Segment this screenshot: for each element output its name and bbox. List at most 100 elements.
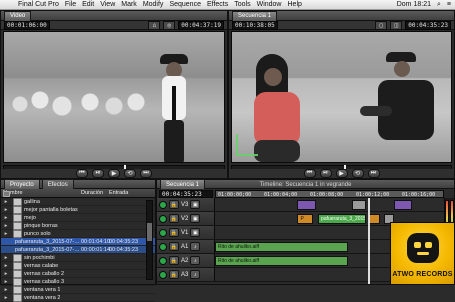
- video-clip[interactable]: [352, 200, 366, 210]
- video-clip[interactable]: [394, 200, 412, 210]
- track-header[interactable]: 🔒A2♪: [157, 254, 215, 267]
- track-enable-icon[interactable]: [159, 243, 167, 251]
- go-to-start-icon[interactable]: ⏮: [304, 169, 316, 178]
- go-to-start-icon[interactable]: ⏮: [76, 169, 88, 178]
- menu-sequence[interactable]: Sequence: [169, 1, 201, 8]
- video-clip[interactable]: [368, 214, 379, 224]
- video-track-icon[interactable]: ▣: [190, 214, 200, 223]
- canvas-tab-sequence[interactable]: Secuencia 1: [232, 11, 277, 21]
- track-header[interactable]: 🔒A3♪: [157, 268, 215, 281]
- timeline-ruler[interactable]: 01:00:00;00 01:00:04;00 01:00:08;00 01:0…: [215, 190, 444, 198]
- disclosure-triangle-icon[interactable]: ▸: [3, 295, 9, 301]
- canvas-frame[interactable]: [231, 31, 452, 163]
- disclosure-triangle-icon[interactable]: ▸: [3, 287, 9, 293]
- list-icon[interactable]: ≡: [447, 1, 451, 8]
- browser-row[interactable]: ▸ventana vera 2: [1, 294, 155, 302]
- disclosure-triangle-icon[interactable]: ▸: [3, 231, 9, 237]
- column-in[interactable]: Entrada: [109, 190, 131, 196]
- browser-row[interactable]: ▸punco solo: [1, 230, 155, 238]
- track-header[interactable]: 🔒V3▣: [157, 198, 215, 211]
- browser-scroll-thumb[interactable]: [147, 223, 152, 241]
- timeline-window: Secuencia 1 Timeline: Secuencia 1 in veg…: [156, 179, 455, 285]
- disclosure-triangle-icon[interactable]: ▸: [3, 255, 9, 261]
- audio-track-icon[interactable]: ♪: [190, 242, 200, 251]
- canvas-timecode-left[interactable]: 00:10:38:05: [232, 21, 278, 30]
- menu-app[interactable]: Final Cut Pro: [18, 1, 59, 8]
- menu-effects[interactable]: Effects: [207, 1, 228, 8]
- viewer-timecode-left[interactable]: 00:01:06:00: [4, 21, 50, 30]
- disclosure-triangle-icon[interactable]: ▸: [3, 207, 9, 213]
- play-icon[interactable]: ▶: [336, 169, 348, 178]
- column-duration[interactable]: Duración: [81, 190, 109, 196]
- timeline-timecode[interactable]: 00:04:35:23: [159, 190, 213, 198]
- track-header[interactable]: 🔒A1♪: [157, 240, 215, 253]
- lock-icon[interactable]: 🔒: [169, 214, 179, 223]
- audio-track-icon[interactable]: ♪: [190, 270, 200, 279]
- lock-icon[interactable]: 🔒: [169, 200, 179, 209]
- browser-scrollbar[interactable]: [146, 200, 153, 280]
- lock-icon[interactable]: 🔒: [169, 242, 179, 251]
- canvas-timecode-right[interactable]: 00:04:35:23: [405, 21, 451, 30]
- play-in-out-icon[interactable]: ⏯: [320, 169, 332, 178]
- go-to-end-icon[interactable]: ⏭: [140, 169, 152, 178]
- go-to-end-icon[interactable]: ⏭: [368, 169, 380, 178]
- play-icon[interactable]: ▶: [108, 169, 120, 178]
- menu-view[interactable]: View: [100, 1, 115, 8]
- robot-mouth: [417, 252, 429, 255]
- audio-track-icon[interactable]: ♪: [190, 256, 200, 265]
- track-enable-icon[interactable]: [159, 229, 167, 237]
- disclosure-triangle-icon[interactable]: ▸: [3, 199, 9, 205]
- column-name[interactable]: Nombre: [3, 190, 81, 196]
- track-enable-icon[interactable]: [159, 257, 167, 265]
- viewer-tab-video[interactable]: Video: [4, 11, 31, 21]
- viewer-marker-icon[interactable]: ⌂: [148, 21, 160, 30]
- video-clip[interactable]: P: [297, 214, 313, 224]
- track-header[interactable]: 🔒V1▣: [157, 226, 215, 239]
- menu-help[interactable]: Help: [288, 1, 302, 8]
- audio-clip[interactable]: Rito de ahuilko.aiff: [215, 256, 348, 266]
- browser-row-name: ▸vernas calabe: [3, 262, 81, 270]
- disclosure-triangle-icon[interactable]: ▸: [3, 263, 9, 269]
- viewer-timecode-right[interactable]: 00:04:37:19: [178, 21, 224, 30]
- audio-clip[interactable]: Rito de ahuilko.aiff: [215, 242, 348, 252]
- lock-icon[interactable]: 🔒: [169, 256, 179, 265]
- lock-icon[interactable]: 🔒: [169, 270, 179, 279]
- video-clip[interactable]: pafueraruta_3_2015-07-18_0...: [318, 214, 366, 224]
- timeline-playhead[interactable]: [368, 198, 370, 284]
- disclosure-triangle-icon[interactable]: ▸: [3, 215, 9, 221]
- track-enable-icon[interactable]: [159, 215, 167, 223]
- browser-row-label: vernas caballo 2: [24, 271, 64, 277]
- track-enable-icon[interactable]: [159, 201, 167, 209]
- menu-edit[interactable]: Edit: [82, 1, 94, 8]
- video-track-icon[interactable]: ▣: [190, 228, 200, 237]
- disclosure-triangle-icon[interactable]: ▸: [3, 279, 9, 285]
- menu-window[interactable]: Window: [257, 1, 282, 8]
- viewer-frame[interactable]: [3, 31, 225, 163]
- video-clip[interactable]: [297, 200, 315, 210]
- canvas-zoom-icon[interactable]: ▢: [375, 21, 387, 30]
- track-header[interactable]: 🔒V2▣: [157, 212, 215, 225]
- track-lane[interactable]: [215, 198, 444, 211]
- canvas-overlay-icon[interactable]: ◫: [390, 21, 402, 30]
- browser-tab-project[interactable]: Proyecto: [4, 179, 40, 189]
- bin-icon: [13, 198, 22, 206]
- play-around-icon[interactable]: ⟲: [352, 169, 364, 178]
- menu-modify[interactable]: Modify: [143, 1, 164, 8]
- timeline-tab-sequence[interactable]: Secuencia 1: [160, 179, 205, 189]
- play-around-icon[interactable]: ⟲: [124, 169, 136, 178]
- disclosure-triangle-icon[interactable]: ▸: [3, 271, 9, 277]
- browser-row[interactable]: pafueraruta_3_2015-07-18_0423_C000700:01…: [1, 238, 155, 246]
- track-enable-icon[interactable]: [159, 271, 167, 279]
- menu-file[interactable]: File: [65, 1, 76, 8]
- search-icon[interactable]: ⌕: [437, 1, 441, 9]
- arm: [360, 106, 392, 116]
- lock-icon[interactable]: 🔒: [169, 228, 179, 237]
- play-in-out-icon[interactable]: ⏯: [92, 169, 104, 178]
- video-track-icon[interactable]: ▣: [190, 200, 200, 209]
- browser-tab-effects[interactable]: Efectos: [42, 179, 74, 189]
- disclosure-triangle-icon[interactable]: ▸: [3, 223, 9, 229]
- viewer-target-icon[interactable]: ◎: [163, 21, 175, 30]
- apple-menu-icon[interactable]: [4, 1, 12, 9]
- menu-tools[interactable]: Tools: [234, 1, 250, 8]
- menu-mark[interactable]: Mark: [121, 1, 137, 8]
